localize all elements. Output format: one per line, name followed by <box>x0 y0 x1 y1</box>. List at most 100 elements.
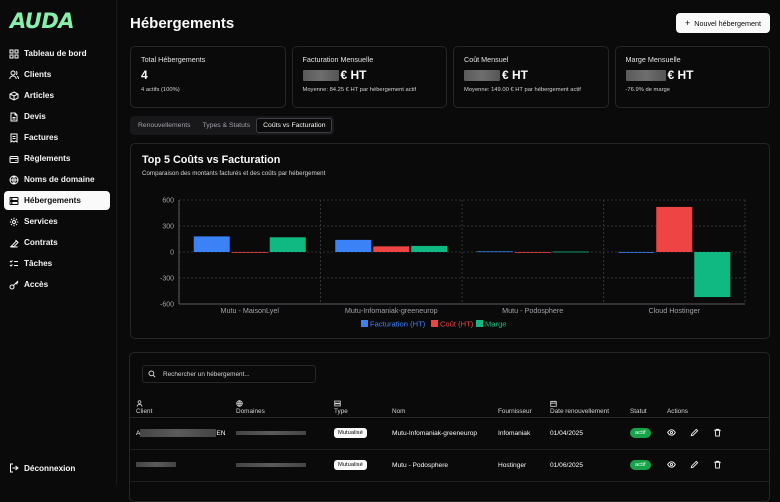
sidebar-item-noms-de-domaine[interactable]: Noms de domaine <box>4 170 110 189</box>
sidebar-item-label: Articles <box>24 91 55 100</box>
search-input[interactable] <box>163 370 313 378</box>
edit-icon[interactable] <box>690 460 699 469</box>
redacted-domain <box>236 430 306 435</box>
bar-co-t-ht- <box>231 252 268 253</box>
logout-button[interactable]: Déconnexion <box>4 463 75 473</box>
cell-nom: Mutu-Infomaniak-greeneurop <box>392 417 498 450</box>
column-client[interactable]: Client <box>130 395 236 418</box>
card-value: € HT <box>464 68 598 82</box>
legend-label: Marge <box>485 320 507 329</box>
sidebar-item-reglements[interactable]: Règlements <box>4 149 110 168</box>
box-icon <box>9 90 19 101</box>
type-badge: Mutualisé <box>334 428 367 438</box>
trash-icon[interactable] <box>713 460 722 469</box>
globe-icon <box>236 399 243 407</box>
new-hebergement-button[interactable]: + Nouvel hébergement <box>676 13 770 33</box>
table-row[interactable]: Mutualisé Mutu - Podosphere Hostinger 01… <box>130 449 769 482</box>
search-box[interactable] <box>142 365 316 383</box>
sidebar-item-label: Tâches <box>24 259 53 268</box>
card-label: Facturation Mensuelle <box>302 55 374 64</box>
column-fournisseur[interactable]: Fournisseur <box>498 395 550 418</box>
column-date-renouvellement[interactable]: Date renouvellement <box>550 395 630 418</box>
tab-renouvellements[interactable]: Renouvellements <box>132 118 197 133</box>
sidebar-item-hebergements[interactable]: Hébergements <box>4 191 110 210</box>
card-value: € HT <box>625 68 760 82</box>
y-tick-label: 0 <box>170 250 174 257</box>
sidebar-item-services[interactable]: Services <box>4 212 110 231</box>
trash-icon[interactable] <box>713 428 722 437</box>
bar-facturation-ht- <box>335 239 372 252</box>
bar-co-t-ht- <box>514 252 551 253</box>
sidebar-item-label: Services <box>24 217 58 226</box>
y-tick-label: -300 <box>160 276 174 283</box>
contract-icon <box>9 238 19 248</box>
edit-icon[interactable] <box>690 428 699 437</box>
eye-icon[interactable] <box>667 428 676 437</box>
page-header: Hébergements + Nouvel hébergement <box>130 0 770 46</box>
sidebar-item-devis[interactable]: Devis <box>4 107 110 126</box>
cell-fournisseur: Hostinger <box>498 449 550 482</box>
view-tabs: Renouvellements Types & Statuts Coûts vs… <box>130 116 335 135</box>
card-value: € HT <box>302 68 437 82</box>
sidebar-item-factures[interactable]: Factures <box>4 128 110 147</box>
y-tick-label: 600 <box>162 198 174 205</box>
sidebar-item-articles[interactable]: Articles <box>4 86 110 105</box>
client-suffix: EN <box>216 429 226 437</box>
plus-icon: + <box>685 17 691 28</box>
redacted-domain <box>236 462 306 467</box>
column-label: Statut <box>630 407 647 415</box>
column-domaines[interactable]: Domaines <box>236 395 334 418</box>
sidebar-item-label: Accès <box>24 280 49 289</box>
cell-domaines <box>236 417 334 450</box>
card-label: Coût Mensuel <box>464 55 509 64</box>
card-value-text: € HT <box>502 68 529 82</box>
card-marge-mensuelle: Marge Mensuelle € HT -76.9% de marge <box>614 46 770 108</box>
cell-statut: actif <box>630 417 667 450</box>
page-title: Hébergements <box>130 14 235 32</box>
chart-card: Top 5 Coûts vs Facturation Comparaison d… <box>130 143 770 339</box>
app-logo[interactable]: AUDA <box>0 10 116 32</box>
tab-types-statuts[interactable]: Types & Statuts <box>197 118 257 133</box>
column-type[interactable]: Type <box>334 395 392 418</box>
card-label: Total Hébergements <box>141 55 206 64</box>
key-icon <box>9 280 19 290</box>
tab-couts-vs-facturation[interactable]: Coûts vs Facturation <box>256 118 333 133</box>
column-nom[interactable]: Nom <box>392 395 498 418</box>
sidebar-item-clients[interactable]: Clients <box>4 65 110 84</box>
legend-label: Coût (HT) <box>440 320 474 329</box>
search-icon <box>148 370 156 378</box>
legend-swatch <box>476 320 483 327</box>
stats-cards: Total Hébergements 4 4 actifs (100%) Fac… <box>130 46 770 108</box>
sidebar-item-taches[interactable]: Tâches <box>4 254 110 273</box>
legend-swatch <box>431 320 438 327</box>
new-hebergement-label: Nouvel hébergement <box>694 18 761 28</box>
x-tick-label: Mutu - Podosphere <box>502 306 563 315</box>
card-value-text: € HT <box>667 68 694 82</box>
users-icon <box>9 70 19 80</box>
table-header-row: Client Domaines Type Nom Fournisseur Dat… <box>130 395 769 418</box>
column-statut[interactable]: Statut <box>630 395 667 418</box>
x-tick-label: Mutu-Infomaniak-greeneurop <box>345 306 438 315</box>
card-sub: Moyenne: 149.00 € HT par hébergement act… <box>464 87 581 93</box>
card-cout-mensuel: Coût Mensuel € HT Moyenne: 149.00 € HT p… <box>453 46 609 108</box>
receipt-icon <box>9 133 19 143</box>
eye-icon[interactable] <box>667 460 676 469</box>
sidebar-item-acces[interactable]: Accès <box>4 275 110 294</box>
status-badge: actif <box>630 460 651 470</box>
sidebar-item-label: Règlements <box>24 154 71 163</box>
x-tick-label: Mutu - MaisonLyel <box>221 306 280 315</box>
table-row[interactable]: A EN Mutualisé Mutu-Infomaniak-greeneurop… <box>130 417 769 450</box>
sidebar-item-tableau-de-bord[interactable]: Tableau de bord <box>4 44 110 63</box>
sidebar-item-contrats[interactable]: Contrats <box>4 233 110 252</box>
card-value-text: € HT <box>340 68 367 82</box>
bar-marge <box>552 251 589 253</box>
hebergements-table-card: Client Domaines Type Nom Fournisseur Dat… <box>129 352 770 502</box>
column-label: Fournisseur <box>498 407 532 415</box>
sidebar-item-label: Hébergements <box>24 196 81 205</box>
cell-client: A EN <box>130 417 236 450</box>
bar-co-t-ht- <box>656 206 693 252</box>
wallet-icon <box>9 154 19 164</box>
cell-statut: actif <box>630 449 667 482</box>
sidebar-nav: Tableau de bord Clients Articles Devis F… <box>0 44 116 294</box>
bar-co-t-ht- <box>373 246 410 252</box>
